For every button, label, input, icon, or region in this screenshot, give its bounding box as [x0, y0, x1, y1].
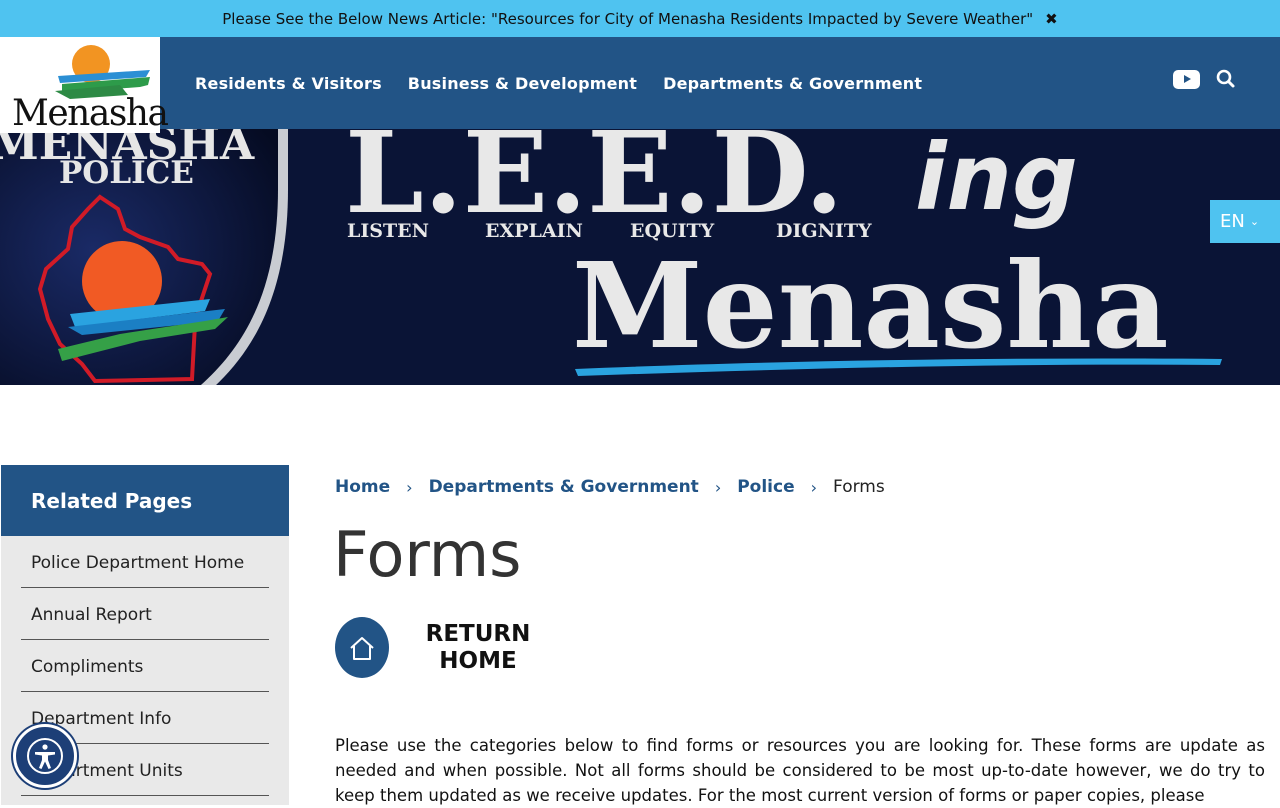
- return-home-label[interactable]: RETURN HOME: [423, 621, 533, 675]
- breadcrumb-police[interactable]: Police: [737, 477, 794, 497]
- breadcrumb-departments[interactable]: Departments & Government: [429, 477, 699, 497]
- youtube-icon[interactable]: [1173, 69, 1200, 89]
- close-icon[interactable]: ✖: [1045, 10, 1058, 28]
- hero-city: Menasha: [572, 236, 1169, 375]
- intro-paragraph: Please use the categories below to find …: [335, 736, 1265, 805]
- header-icons: [1173, 69, 1236, 89]
- return-home-button[interactable]: RETURN HOME: [335, 617, 533, 678]
- sidebar-item-compliments[interactable]: Compliments: [21, 640, 269, 692]
- home-icon: [350, 636, 374, 660]
- accessibility-button[interactable]: [13, 724, 77, 788]
- breadcrumb-current: Forms: [833, 477, 885, 497]
- chevron-right-icon: ›: [714, 477, 722, 497]
- sidebar-item-annual-report[interactable]: Annual Report: [21, 588, 269, 640]
- chevron-right-icon: ›: [810, 477, 818, 497]
- hero-word-explain: EXPLAIN: [485, 220, 583, 242]
- main-nav: Residents & Visitors Business & Developm…: [195, 37, 948, 129]
- language-label: EN: [1220, 211, 1245, 232]
- sidebar-item-police-home[interactable]: Police Department Home: [21, 536, 269, 588]
- alert-bar[interactable]: Please See the Below News Article: "Reso…: [0, 0, 1280, 37]
- sidebar-heading: Related Pages: [1, 465, 289, 536]
- site-logo[interactable]: Menasha: [0, 37, 169, 134]
- page-title: Forms: [333, 518, 522, 591]
- chevron-right-icon: ›: [406, 477, 413, 497]
- accessibility-icon: [27, 738, 63, 774]
- alert-text[interactable]: Please See the Below News Article: "Reso…: [222, 10, 1033, 28]
- hero-banner: MENASHA POLICE L.E.E.D. ing LISTEN EXPLA…: [0, 129, 1280, 385]
- language-selector[interactable]: EN ⌄: [1210, 200, 1280, 243]
- nav-business-development[interactable]: Business & Development: [408, 74, 637, 93]
- nav-departments-government[interactable]: Departments & Government: [663, 74, 922, 93]
- hero-word-listen: LISTEN: [347, 220, 429, 242]
- search-icon[interactable]: [1216, 69, 1236, 89]
- logo-wordmark: Menasha: [12, 93, 169, 134]
- chevron-down-icon: ⌄: [1249, 215, 1260, 228]
- hero-graphic: MENASHA POLICE L.E.E.D. ing LISTEN EXPLA…: [0, 129, 1222, 385]
- nav-residents-visitors[interactable]: Residents & Visitors: [195, 74, 382, 93]
- breadcrumb: Home › Departments & Government › Police…: [335, 475, 885, 499]
- return-home-circle[interactable]: [335, 617, 389, 678]
- hero-headline-suffix: ing: [915, 129, 1078, 231]
- badge-sub: POLICE: [59, 155, 194, 191]
- breadcrumb-home[interactable]: Home: [335, 477, 390, 497]
